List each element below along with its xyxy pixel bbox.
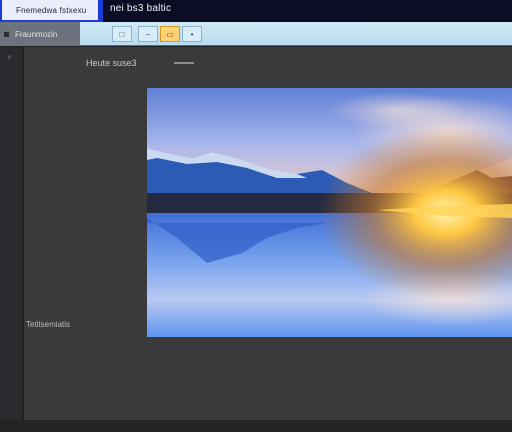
title-divider [100,0,103,22]
minus-button[interactable]: – [138,26,158,42]
window-tab[interactable]: Fnemedwa fstxexu [0,0,100,22]
folder-button[interactable]: ▭ [160,26,180,42]
square-button[interactable]: □ [112,26,132,42]
status-strip [0,420,512,432]
landscape-illustration [147,88,512,337]
panel-rule [174,62,194,64]
toolbar: Fraunmozin □ – ▭ • [0,22,512,46]
square-icon: □ [119,29,125,39]
toolbar-section[interactable]: Fraunmozin [0,22,80,46]
more-button[interactable]: • [182,26,202,42]
title-bar: Fnemedwa fstxexu nei bs3 baltic [0,0,512,22]
toolbar-left-label: Fraunmozin [15,29,58,39]
dash-icon: – [145,29,151,39]
folder-icon: ▭ [166,29,174,39]
pin-icon [4,31,9,37]
app-window: Fnemedwa fstxexu nei bs3 baltic Fraunmoz… [0,0,512,432]
dot-icon: • [190,29,194,39]
preview-image[interactable] [147,88,512,337]
panel-heading: Heute suse3 [86,58,137,68]
window-tab-label: Fnemedwa fstxexu [16,5,87,15]
image-caption: Tetitsemiatis [26,320,71,329]
side-panel: ˅ [0,47,24,432]
window-title: nei bs3 baltic [110,3,172,14]
chevron-down-icon[interactable]: ˅ [7,53,12,62]
